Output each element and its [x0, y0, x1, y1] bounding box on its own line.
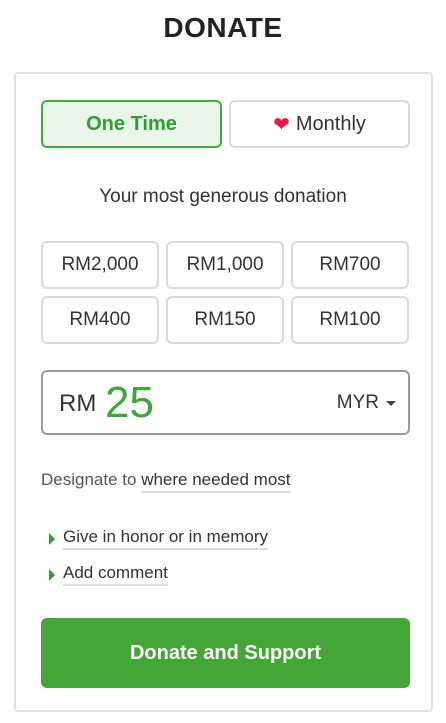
triangle-right-icon — [49, 568, 55, 581]
designation-label: Designate to — [41, 470, 137, 489]
custom-amount-field[interactable]: RM MYR — [41, 370, 410, 435]
amount-option[interactable]: RM100 — [291, 296, 409, 344]
amount-option[interactable]: RM700 — [291, 241, 409, 289]
honor-memory-toggle[interactable]: Give in honor or in memory — [49, 527, 269, 550]
monthly-label: Monthly — [295, 112, 366, 135]
designation-row: Designate to where needed most — [41, 470, 291, 493]
currency-code: MYR — [336, 392, 379, 413]
currency-prefix: RM — [59, 390, 97, 417]
honor-memory-label: Give in honor or in memory — [63, 527, 269, 550]
amount-option[interactable]: RM2,000 — [41, 241, 159, 289]
currency-select[interactable]: MYR — [337, 392, 396, 414]
donate-submit-button[interactable]: Donate and Support — [41, 618, 410, 688]
heart-icon: ❤ — [273, 113, 290, 136]
add-comment-toggle[interactable]: Add comment — [49, 563, 168, 586]
donation-subtitle: Your most generous donation — [99, 186, 347, 207]
one-time-button[interactable]: One Time — [41, 100, 222, 148]
triangle-right-icon — [49, 532, 55, 545]
caret-down-icon — [386, 400, 396, 406]
amount-option[interactable]: RM400 — [41, 296, 159, 344]
one-time-label: One Time — [86, 112, 177, 135]
designation-link[interactable]: where needed most — [141, 470, 291, 493]
amount-input[interactable] — [105, 378, 285, 428]
monthly-button[interactable]: ❤ Monthly — [229, 100, 410, 148]
page-title: DONATE — [163, 12, 283, 43]
amount-option[interactable]: RM150 — [166, 296, 284, 344]
amount-option[interactable]: RM1,000 — [166, 241, 284, 289]
add-comment-label: Add comment — [63, 563, 168, 586]
